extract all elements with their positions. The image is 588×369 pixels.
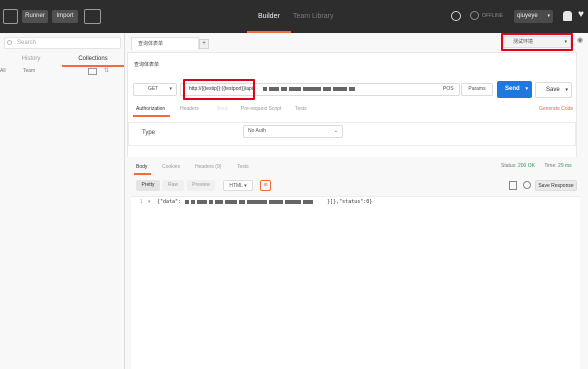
tab-authorization[interactable]: Authorization: [136, 106, 165, 112]
pretty-button[interactable]: Pretty: [136, 180, 160, 191]
auth-type-value: No Auth: [248, 128, 266, 134]
chevron-down-icon: ▾: [169, 86, 172, 92]
response-code: {"data": }]},"status":0}: [157, 199, 372, 205]
tab-tests[interactable]: Tests: [295, 106, 307, 112]
user-menu[interactable]: qiuyeye ▾: [514, 10, 553, 23]
environment-highlight: [501, 33, 573, 51]
import-button[interactable]: Import: [52, 10, 78, 23]
auth-type-select[interactable]: No Auth ⌄: [243, 125, 343, 138]
request-title: 查询体表单: [134, 62, 160, 68]
url-highlight: [183, 79, 255, 100]
tab-team-library[interactable]: Team Library: [293, 13, 333, 20]
notifications-icon[interactable]: [563, 11, 572, 21]
response-tab-cookies[interactable]: Cookies: [162, 164, 180, 170]
generate-code-link[interactable]: Generate Code: [539, 106, 573, 112]
time-value: 29 ms: [558, 163, 572, 169]
chevron-down-icon: ▾: [565, 87, 568, 93]
code-start: {"data":: [157, 199, 182, 205]
tab-collections[interactable]: Collections: [62, 52, 124, 66]
eye-icon[interactable]: ◉: [577, 36, 583, 44]
chevron-down-icon: ▾: [525, 86, 528, 92]
chevron-down-icon: ⌄: [333, 128, 338, 134]
runner-button[interactable]: Runner: [22, 10, 48, 23]
line-number: 1: [140, 199, 143, 205]
method-select[interactable]: GET ▾: [133, 83, 177, 96]
chevron-down-icon: ▾: [244, 183, 247, 189]
search-input[interactable]: Search: [4, 37, 121, 49]
heart-icon[interactable]: ♥: [578, 9, 584, 21]
response-tab-headers[interactable]: Headers (9): [195, 164, 221, 170]
tab-headers[interactable]: Headers: [180, 106, 199, 112]
search-response-icon[interactable]: [523, 181, 531, 189]
blurred-response: [184, 199, 314, 205]
response-tab-tests[interactable]: Tests: [237, 164, 249, 170]
status-value: 200 OK: [517, 163, 535, 169]
collections-underline: [62, 65, 124, 67]
save-response-button[interactable]: Save Response: [535, 180, 577, 191]
tab-pre-request-script[interactable]: Pre-request Script: [241, 106, 281, 112]
save-button[interactable]: Save ▾: [535, 82, 572, 98]
raw-button[interactable]: Raw: [162, 180, 184, 191]
response-editor[interactable]: [131, 196, 580, 369]
time-label: Time:: [544, 163, 557, 169]
method-label: GET: [148, 86, 159, 92]
sync-status: OFFLINE: [482, 13, 504, 19]
auth-box: [128, 122, 576, 146]
response-tab-body[interactable]: Body: [136, 164, 147, 170]
filter-all[interactable]: All: [0, 68, 6, 74]
filter-team[interactable]: Team: [23, 68, 35, 74]
chevron-down-icon: ▾: [547, 13, 550, 19]
post-hint: POS: [443, 86, 454, 92]
response-body-underline: [134, 173, 151, 175]
user-name: qiuyeye: [517, 13, 538, 19]
top-bar: Runner Import Builder Team Library OFFLI…: [0, 0, 588, 33]
sidebar-toggle-icon[interactable]: [3, 9, 18, 24]
folder-icon[interactable]: [88, 68, 97, 75]
status-label: Status:: [501, 163, 517, 169]
auth-type-label: Type: [142, 130, 156, 136]
sort-icon[interactable]: ⇅: [104, 67, 109, 74]
send-label: Send: [505, 86, 520, 92]
tab-body[interactable]: Body: [217, 106, 228, 112]
preview-button[interactable]: Preview: [187, 180, 215, 191]
format-label: HTML: [229, 183, 243, 189]
send-button[interactable]: Send ▾: [497, 81, 532, 98]
add-tab-button[interactable]: +: [199, 39, 209, 49]
fold-icon[interactable]: ▾: [148, 199, 151, 205]
copy-icon[interactable]: [509, 181, 517, 190]
status-info: Status: 200 OK Time: 29 ms: [501, 163, 572, 169]
tab-history[interactable]: History: [0, 52, 62, 66]
authorization-underline: [133, 115, 170, 117]
interceptor-icon[interactable]: [451, 11, 461, 21]
params-button[interactable]: Params: [461, 83, 493, 96]
code-end: }]},"status":0}: [327, 199, 373, 205]
new-tab-icon[interactable]: [84, 9, 101, 24]
blurred-url: [262, 86, 356, 92]
sync-icon[interactable]: [470, 11, 479, 20]
save-label: Save: [546, 87, 560, 93]
main-area: 查询体表单 + 测试环境 ▾ ◉ 查询体表单 GET ▾ http://{{te…: [125, 33, 588, 369]
request-tab[interactable]: 查询体表单: [131, 37, 199, 50]
search-icon: [7, 40, 12, 45]
format-select[interactable]: HTML ▾: [223, 180, 253, 191]
sidebar: Search History Collections All Team ⇅: [0, 33, 125, 369]
tab-builder[interactable]: Builder: [258, 13, 280, 20]
wrap-lines-icon[interactable]: ≡: [260, 180, 271, 191]
